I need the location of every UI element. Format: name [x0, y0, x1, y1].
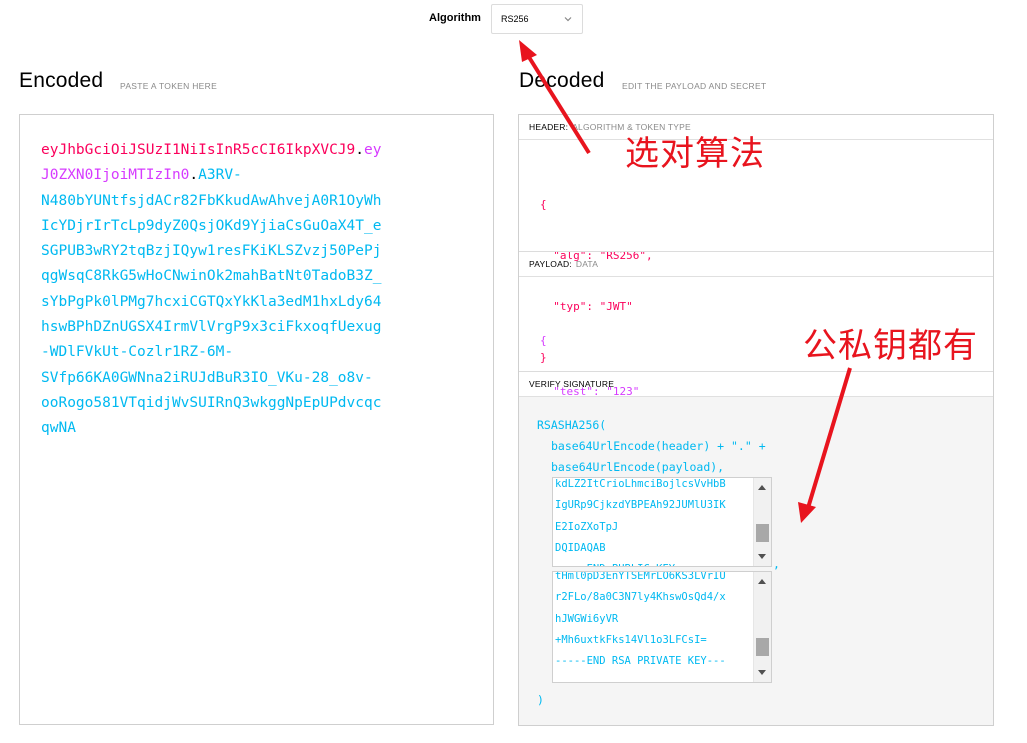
arrow-to-keys-icon	[798, 367, 852, 523]
annotation-arrows	[519, 40, 852, 523]
annotation-both-keys: 公私钥都有	[803, 326, 978, 366]
arrow-to-algorithm-icon	[519, 40, 591, 155]
annotation-select-algorithm: 选对算法	[625, 134, 765, 174]
